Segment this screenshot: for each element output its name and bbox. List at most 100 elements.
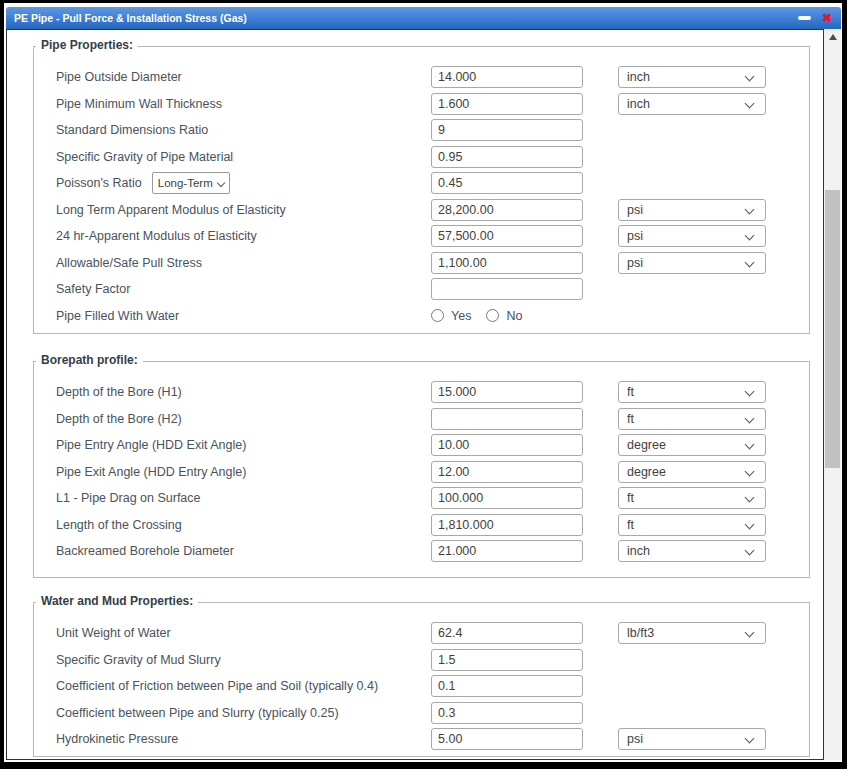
chevron-down-icon [745, 546, 755, 556]
chevron-down-icon [745, 628, 755, 638]
window-controls: ✖ [798, 7, 832, 29]
field-label: Allowable/Safe Pull Stress [56, 256, 202, 270]
chevron-down-icon [745, 466, 755, 476]
form-row-depth-of-the-bore-h2: Depth of the Bore (H2) ft [34, 406, 809, 433]
depth-of-the-bore-h1-input[interactable]: 15.000 [431, 381, 583, 403]
selected-unit: inch [627, 97, 650, 111]
backreamed-borehole-diameter-input[interactable]: 21.000 [431, 540, 583, 562]
field-label: L1 - Pipe Drag on Surface [56, 491, 201, 505]
section-legend: Borepath profile: [36, 353, 143, 367]
pipe-outside-diameter-input[interactable]: 14.000 [431, 66, 583, 88]
form-row-coefficient-of-friction-between-pipe-and-soil-typically-0-4: Coefficient of Friction between Pipe and… [34, 673, 809, 700]
long-term-apparent-modulus-of-elasticity-unit-select[interactable]: psi [618, 199, 766, 221]
unit-weight-of-water-input[interactable]: 62.4 [431, 622, 583, 644]
poisson-s-ratio-mode-select[interactable]: Long-Term [152, 172, 230, 194]
pipe-exit-angle-hdd-entry-angle-input[interactable]: 12.00 [431, 461, 583, 483]
chevron-down-icon [745, 440, 755, 450]
radio-option-no[interactable]: No [486, 309, 522, 323]
section-pipe-properties: Pipe Properties:Pipe Outside Diameter14.… [33, 46, 810, 334]
radio-option-yes[interactable]: Yes [431, 309, 471, 323]
section-borepath-profile: Borepath profile:Depth of the Bore (H1)1… [33, 361, 810, 578]
specific-gravity-of-mud-slurry-input[interactable]: 1.5 [431, 649, 583, 671]
l1-pipe-drag-on-surface-input[interactable]: 100.000 [431, 487, 583, 509]
titlebar[interactable]: PE Pipe - Pull Force & Installation Stre… [6, 7, 841, 29]
scroll-thumb[interactable] [825, 190, 840, 468]
field-label: Depth of the Bore (H2) [56, 412, 182, 426]
field-label: Hydrokinetic Pressure [56, 732, 178, 746]
selected-unit: psi [627, 229, 643, 243]
window-title: PE Pipe - Pull Force & Installation Stre… [14, 12, 247, 24]
24-hr-apparent-modulus-of-elasticity-input[interactable]: 57,500.00 [431, 225, 583, 247]
specific-gravity-of-pipe-material-input[interactable]: 0.95 [431, 146, 583, 168]
pipe-outside-diameter-unit-select[interactable]: inch [618, 66, 766, 88]
pipe-exit-angle-hdd-entry-angle-unit-select[interactable]: degree [618, 461, 766, 483]
form-row-length-of-the-crossing: Length of the Crossing 1,810.000 ft [34, 512, 809, 539]
chevron-down-icon [217, 179, 225, 187]
selected-unit: ft [627, 518, 634, 532]
pipe-entry-angle-hdd-exit-angle-input[interactable]: 10.00 [431, 434, 583, 456]
depth-of-the-bore-h2-unit-select[interactable]: ft [618, 408, 766, 430]
poisson-s-ratio-input[interactable]: 0.45 [431, 172, 583, 194]
form-panel: Pipe Properties: Pipe Outside Diameter 14.… [6, 29, 824, 760]
window-frame: PE Pipe - Pull Force & Installation Stre… [0, 0, 847, 769]
standard-dimensions-ratio-input[interactable]: 9 [431, 119, 583, 141]
pipe-minimum-wall-thickness-unit-select[interactable]: inch [618, 93, 766, 115]
long-term-apparent-modulus-of-elasticity-input[interactable]: 28,200.00 [431, 199, 583, 221]
section-water-and-mud-properties: Water and Mud Properties:Unit Weight of … [33, 602, 810, 757]
safety-factor-input[interactable] [431, 278, 583, 300]
form-row-hydrokinetic-pressure: Hydrokinetic Pressure 5.00 psi [34, 726, 809, 753]
chevron-down-icon [745, 493, 755, 503]
form-row-unit-weight-of-water: Unit Weight of Water62.4lb/ft3 [34, 620, 809, 647]
selected-unit: degree [627, 465, 666, 479]
hydrokinetic-pressure-unit-select[interactable]: psi [618, 728, 766, 750]
field-label: Pipe Entry Angle (HDD Exit Angle) [56, 438, 246, 452]
form-row-l1-pipe-drag-on-surface: L1 - Pipe Drag on Surface 100.000 ft [34, 485, 809, 512]
l1-pipe-drag-on-surface-unit-select[interactable]: ft [618, 487, 766, 509]
form-row-coefficient-between-pipe-and-slurry-typically-0-25: Coefficient between Pipe and Slurry (typ… [34, 700, 809, 727]
form-row-pipe-outside-diameter: Pipe Outside Diameter 14.000 inch [34, 64, 809, 91]
form-row-pipe-minimum-wall-thickness: Pipe Minimum Wall Thickness1.600inch [34, 91, 809, 118]
selected-unit: ft [627, 385, 634, 399]
form-row-safety-factor: Safety Factor [34, 276, 809, 303]
scroll-up-icon [829, 34, 837, 40]
form-row-long-term-apparent-modulus-of-elasticity: Long Term Apparent Modulus of Elasticity… [34, 197, 809, 224]
24-hr-apparent-modulus-of-elasticity-unit-select[interactable]: psi [618, 225, 766, 247]
backreamed-borehole-diameter-unit-select[interactable]: inch [618, 540, 766, 562]
depth-of-the-bore-h1-unit-select[interactable]: ft [618, 381, 766, 403]
length-of-the-crossing-unit-select[interactable]: ft [618, 514, 766, 536]
allowable-safe-pull-stress-unit-select[interactable]: psi [618, 252, 766, 274]
selected-unit: inch [627, 70, 650, 84]
coefficient-of-friction-between-pipe-and-soil-typically-0-4-input[interactable]: 0.1 [431, 675, 583, 697]
selected-unit: lb/ft3 [627, 626, 654, 640]
form-row-pipe-filled-with-water: Pipe Filled With WaterYesNo [34, 303, 809, 330]
pipe-entry-angle-hdd-exit-angle-unit-select[interactable]: degree [618, 434, 766, 456]
form-row-poisson-s-ratio: Poisson's Ratio Long-Term 0.45 [34, 170, 809, 197]
unit-weight-of-water-unit-select[interactable]: lb/ft3 [618, 622, 766, 644]
field-label: Specific Gravity of Pipe Material [56, 150, 233, 164]
hydrokinetic-pressure-input[interactable]: 5.00 [431, 728, 583, 750]
pipe-minimum-wall-thickness-input[interactable]: 1.600 [431, 93, 583, 115]
length-of-the-crossing-input[interactable]: 1,810.000 [431, 514, 583, 536]
minimize-icon[interactable] [798, 16, 811, 20]
field-label: Length of the Crossing [56, 518, 182, 532]
close-icon[interactable]: ✖ [822, 12, 832, 24]
radio-icon[interactable] [486, 309, 499, 322]
section-legend: Water and Mud Properties: [36, 594, 198, 608]
depth-of-the-bore-h2-input[interactable] [431, 408, 583, 430]
radio-group: Yes No [431, 303, 522, 330]
radio-label: Yes [451, 309, 471, 323]
field-label: Long Term Apparent Modulus of Elasticity [56, 203, 286, 217]
dialog-body: Pipe Properties: Pipe Outside Diameter 14.… [6, 29, 841, 760]
coefficient-between-pipe-and-slurry-typically-0-25-input[interactable]: 0.3 [431, 702, 583, 724]
chevron-down-icon [745, 257, 755, 267]
allowable-safe-pull-stress-input[interactable]: 1,100.00 [431, 252, 583, 274]
section-legend: Pipe Properties: [36, 38, 138, 52]
radio-icon[interactable] [431, 309, 444, 322]
dialog: PE Pipe - Pull Force & Installation Stre… [6, 7, 841, 760]
scroll-up-button[interactable] [824, 29, 841, 45]
field-label: Poisson's Ratio [56, 176, 142, 190]
scrollbar[interactable] [824, 29, 841, 760]
field-label: Pipe Outside Diameter [56, 70, 182, 84]
selected-unit: ft [627, 412, 634, 426]
form-row-specific-gravity-of-mud-slurry: Specific Gravity of Mud Slurry1.5 [34, 647, 809, 674]
